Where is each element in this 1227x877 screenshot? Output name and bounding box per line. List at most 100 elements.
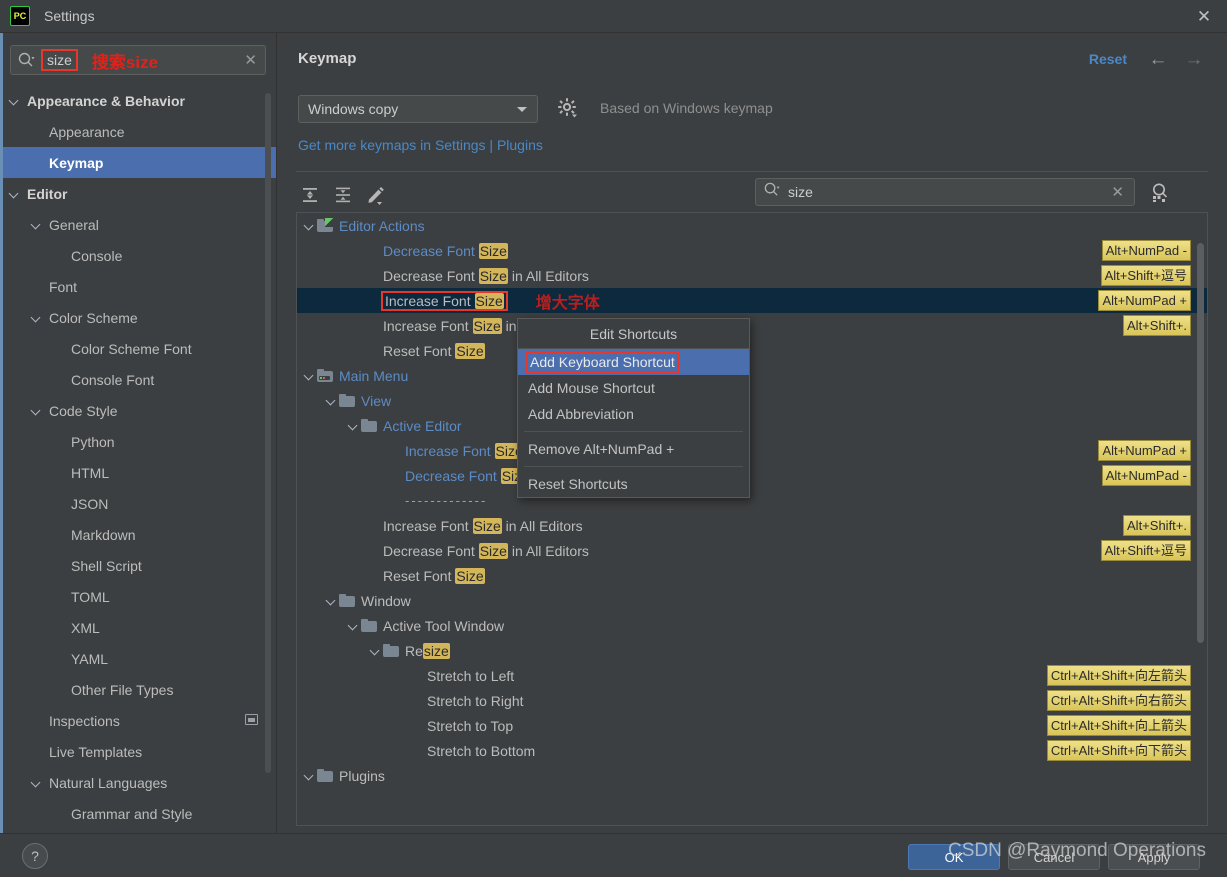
shortcut-badge[interactable]: Alt+Shift+. <box>1123 315 1191 336</box>
shortcut-badge[interactable]: Ctrl+Alt+Shift+向右箭头 <box>1046 690 1191 711</box>
sidebar-item-appearance[interactable]: Appearance <box>0 116 276 147</box>
keymap-action-stretch-to-right[interactable]: Stretch to Right Ctrl+Alt+Shift+向右箭头 <box>297 688 1207 713</box>
shortcut-badge[interactable]: Alt+NumPad - <box>1101 465 1191 486</box>
keymap-select[interactable]: Windows copy <box>298 95 538 123</box>
sidebar-item-natural-languages[interactable]: Natural Languages <box>0 767 276 798</box>
sidebar-search-input[interactable]: size <box>41 49 78 71</box>
sidebar-item-color-scheme[interactable]: Color Scheme <box>0 302 276 333</box>
sidebar-item-keymap[interactable]: Keymap <box>0 147 276 178</box>
keymap-action-reset-font-size[interactable]: Reset Font Size <box>297 563 1207 588</box>
chevron-down-icon[interactable] <box>30 311 43 324</box>
keymap-action-increase-font-size-in-all-editors[interactable]: Increase Font Size in All EditorsAlt+Shi… <box>297 313 1207 338</box>
sidebar-item-xml[interactable]: XML <box>0 612 276 643</box>
keymap-action-decrease-font-size-in-all-editors[interactable]: Decrease Font Size in All Editors Alt+Shi… <box>297 263 1207 288</box>
chevron-down-icon[interactable] <box>8 94 21 107</box>
chevron-down-icon[interactable] <box>369 644 383 658</box>
keymap-action-increase-font-size[interactable]: Increase Font Size Alt+NumPad + <box>297 438 1207 463</box>
keymap-action-decrease-font-size[interactable]: Decrease Font Size Alt+NumPad - <box>297 463 1207 488</box>
arrow-right-icon[interactable]: → <box>1181 47 1207 73</box>
shortcut-badge[interactable]: Alt+Shift+逗号 <box>1100 540 1191 561</box>
gear-icon[interactable] <box>557 97 579 119</box>
sidebar-item-other-file-types[interactable]: Other File Types <box>0 674 276 705</box>
keymap-group-plugins[interactable]: Plugins <box>297 763 1207 788</box>
keymap-group-main-menu[interactable]: Main Menu <box>297 363 1207 388</box>
sidebar-scrollbar[interactable] <box>265 93 271 773</box>
keymap-group-active-tool-window[interactable]: Active Tool Window <box>297 613 1207 638</box>
chevron-down-icon[interactable] <box>325 394 339 408</box>
sidebar-item-font[interactable]: Font <box>0 271 276 302</box>
expand-all-icon[interactable] <box>296 181 324 209</box>
chevron-down-icon[interactable] <box>30 218 43 231</box>
keymap-action-increase-font-size-in-all-editors[interactable]: Increase Font Size in All EditorsAlt+Shi… <box>297 513 1207 538</box>
help-icon[interactable]: ? <box>22 843 48 869</box>
keymap-action-stretch-to-top[interactable]: Stretch to Top Ctrl+Alt+Shift+向上箭头 <box>297 713 1207 738</box>
chevron-down-icon[interactable] <box>303 369 317 383</box>
chevron-down-icon[interactable] <box>303 219 317 233</box>
keymap-search-box[interactable]: size ✕ <box>755 178 1135 206</box>
context-menu-item-add-keyboard-shortcut[interactable]: Add Keyboard Shortcut <box>518 349 749 375</box>
sidebar-item-general[interactable]: General <box>0 209 276 240</box>
chevron-down-icon[interactable] <box>325 594 339 608</box>
find-by-shortcut-icon[interactable] <box>1147 179 1173 205</box>
keymap-action-[interactable]: ------------- <box>297 488 1207 513</box>
keymap-action-stretch-to-bottom[interactable]: Stretch to Bottom Ctrl+Alt+Shift+向下箭头 <box>297 738 1207 763</box>
sidebar-item-color-scheme-font[interactable]: Color Scheme Font <box>0 333 276 364</box>
context-menu-item-add-abbreviation[interactable]: Add Abbreviation <box>518 401 749 427</box>
get-more-keymaps-link[interactable]: Get more keymaps in Settings | Plugins <box>298 137 543 153</box>
shortcut-badge[interactable]: Ctrl+Alt+Shift+向上箭头 <box>1046 715 1191 736</box>
sidebar-item-live-templates[interactable]: Live Templates <box>0 736 276 767</box>
cancel-button[interactable]: Cancel <box>1008 844 1100 870</box>
keymap-group-window[interactable]: Window <box>297 588 1207 613</box>
reset-button[interactable]: Reset <box>1089 51 1127 67</box>
arrow-left-icon[interactable]: ← <box>1145 47 1171 73</box>
context-menu-item-reset-shortcuts[interactable]: Reset Shortcuts <box>518 471 749 497</box>
chevron-down-icon[interactable] <box>347 419 361 433</box>
shortcut-badge[interactable]: Ctrl+Alt+Shift+向下箭头 <box>1046 740 1191 761</box>
keymap-tree-scrollbar[interactable] <box>1197 243 1204 643</box>
sidebar-item-inspections[interactable]: Inspections <box>0 705 276 736</box>
clear-icon[interactable]: ✕ <box>244 51 257 69</box>
sidebar-item-code-style[interactable]: Code Style <box>0 395 276 426</box>
keymap-group-view[interactable]: View <box>297 388 1207 413</box>
keymap-action-decrease-font-size-in-all-editors[interactable]: Decrease Font Size in All Editors Alt+Shi… <box>297 538 1207 563</box>
context-menu-item-remove-alt-numpad[interactable]: Remove Alt+NumPad + <box>518 436 749 462</box>
apply-button[interactable]: Apply <box>1108 844 1200 870</box>
keymap-group-editor-actions[interactable]: Editor Actions <box>297 213 1207 238</box>
sidebar-item-console[interactable]: Console <box>0 240 276 271</box>
sidebar-item-markdown[interactable]: Markdown <box>0 519 276 550</box>
clear-icon[interactable]: ✕ <box>1111 183 1124 201</box>
keymap-action-stretch-to-left[interactable]: Stretch to Left Ctrl+Alt+Shift+向左箭头 <box>297 663 1207 688</box>
shortcut-badge[interactable]: Alt+Shift+. <box>1123 515 1191 536</box>
shortcut-context-menu[interactable]: Edit Shortcuts Add Keyboard Shortcut Add … <box>517 318 750 498</box>
shortcut-badge[interactable]: Alt+NumPad + <box>1098 440 1191 461</box>
sidebar-item-console-font[interactable]: Console Font <box>0 364 276 395</box>
sidebar-item-grammar-and-style[interactable]: Grammar and Style <box>0 798 276 829</box>
chevron-down-icon[interactable] <box>30 776 43 789</box>
shortcut-badge[interactable]: Alt+NumPad + <box>1098 290 1191 311</box>
sidebar-item-toml[interactable]: TOML <box>0 581 276 612</box>
keymap-search-input[interactable]: size <box>788 184 813 200</box>
sidebar-item-yaml[interactable]: YAML <box>0 643 276 674</box>
collapse-all-icon[interactable] <box>329 181 357 209</box>
sidebar-item-shell-script[interactable]: Shell Script <box>0 550 276 581</box>
keymap-action-increase-font-size[interactable]: Increase Font Size 增大字体 Alt+NumPad + <box>297 288 1207 313</box>
sidebar-item-json[interactable]: JSON <box>0 488 276 519</box>
shortcut-badge[interactable]: Alt+NumPad - <box>1101 240 1191 261</box>
edit-pencil-icon[interactable] <box>362 181 390 209</box>
keymap-tree[interactable]: Editor Actions Decrease Font Size Alt+NumP… <box>296 212 1208 826</box>
chevron-down-icon[interactable] <box>347 619 361 633</box>
sidebar-item-editor[interactable]: Editor <box>0 178 276 209</box>
shortcut-badge[interactable]: Ctrl+Alt+Shift+向左箭头 <box>1046 665 1191 686</box>
keymap-group-resize[interactable]: Resize <box>297 638 1207 663</box>
sidebar-item-appearance-behavior[interactable]: Appearance & Behavior <box>0 85 276 116</box>
keymap-action-reset-font-size[interactable]: Reset Font Size <box>297 338 1207 363</box>
shortcut-badge[interactable]: Alt+Shift+逗号 <box>1100 265 1191 286</box>
sidebar-search-box[interactable]: size 搜索size ✕ <box>10 45 266 75</box>
close-icon[interactable]: ✕ <box>1181 0 1227 33</box>
sidebar-item-html[interactable]: HTML <box>0 457 276 488</box>
context-menu-item-add-mouse-shortcut[interactable]: Add Mouse Shortcut <box>518 375 749 401</box>
keymap-action-decrease-font-size[interactable]: Decrease Font Size Alt+NumPad - <box>297 238 1207 263</box>
sidebar-item-python[interactable]: Python <box>0 426 276 457</box>
ok-button[interactable]: OK <box>908 844 1000 870</box>
chevron-down-icon[interactable] <box>303 769 317 783</box>
